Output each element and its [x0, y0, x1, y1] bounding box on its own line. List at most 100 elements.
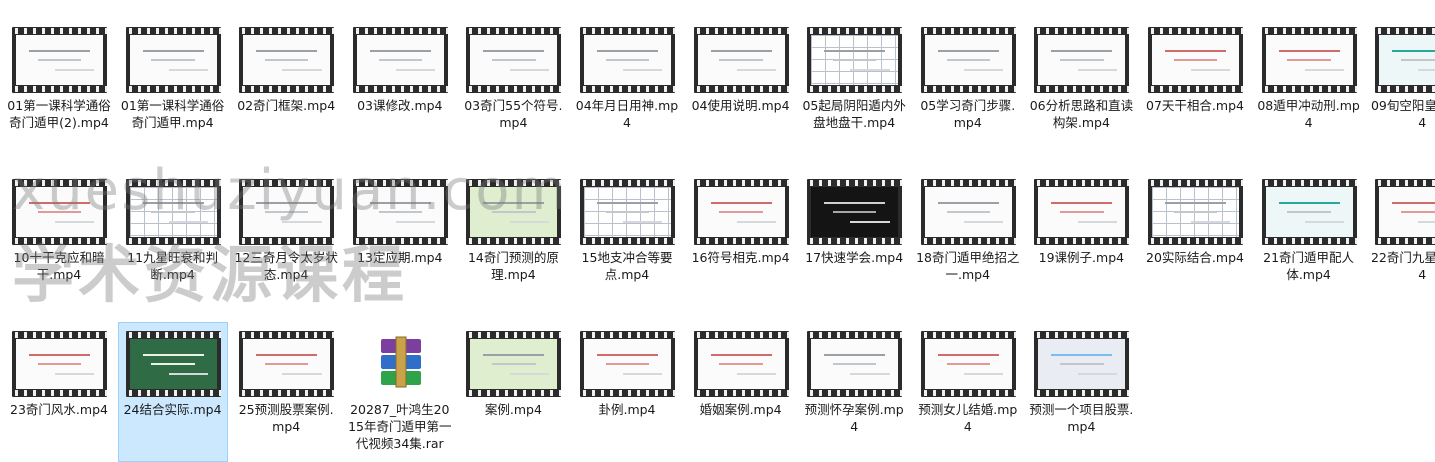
file-name-label: 04年月日用神.mp4 — [575, 98, 679, 130]
file-item-video[interactable]: 04使用说明.mp4 — [686, 18, 796, 158]
video-thumbnail — [352, 27, 448, 93]
file-name-label: 19课例子.mp4 — [1038, 250, 1125, 265]
file-name-label: 25预测股票案例.mp4 — [238, 402, 334, 434]
file-item-video[interactable]: 11九星旺衰和判断.mp4 — [118, 170, 228, 310]
video-thumbnail — [1261, 27, 1357, 93]
file-name-label: 09旬空阳皇刚.mp4 — [1370, 98, 1435, 130]
file-name-label: 15地支冲合等要点.mp4 — [581, 250, 673, 282]
file-name-label: 05学习奇门步骤.mp4 — [920, 98, 1016, 130]
video-thumbnail — [125, 179, 221, 245]
video-thumbnail — [693, 331, 789, 397]
winrar-archive-icon — [363, 333, 438, 393]
video-thumbnail — [920, 27, 1016, 93]
file-name-label: 卦例.mp4 — [598, 402, 656, 417]
file-item-video[interactable]: 21奇门遁甲配人体.mp4 — [1254, 170, 1364, 310]
file-item-video[interactable]: 04年月日用神.mp4 — [572, 18, 682, 158]
file-name-label: 06分析思路和直读构架.mp4 — [1029, 98, 1134, 130]
file-item-video[interactable]: 卦例.mp4 — [572, 322, 682, 462]
video-thumbnail — [12, 179, 107, 245]
file-item-video[interactable]: 09旬空阳皇刚.mp4 — [1367, 18, 1435, 158]
file-name-label: 预测女儿结婚.mp4 — [918, 402, 1018, 434]
video-thumbnail — [1034, 27, 1130, 93]
file-item-video[interactable]: 20实际结合.mp4 — [1140, 170, 1250, 310]
file-name-label: 预测怀孕案例.mp4 — [804, 402, 904, 434]
file-name-label: 14奇门预测的原理.mp4 — [467, 250, 559, 282]
file-item-video[interactable]: 08遁甲冲动刑.mp4 — [1254, 18, 1364, 158]
file-name-label: 24结合实际.mp4 — [123, 402, 222, 417]
file-item-video[interactable]: 婚姻案例.mp4 — [686, 322, 796, 462]
file-name-label: 20287_叶鸿生2015年奇门遁甲第一代视频34集.rar — [348, 402, 452, 451]
video-thumbnail — [693, 179, 789, 245]
file-item-video[interactable]: 01第一课科学通俗奇门遁甲(2).mp4 — [4, 18, 114, 158]
video-thumbnail — [580, 27, 675, 93]
video-thumbnail — [1034, 331, 1130, 397]
video-thumbnail — [807, 331, 903, 397]
file-name-label: 11九星旺衰和判断.mp4 — [127, 250, 219, 282]
file-item-video[interactable]: 06分析思路和直读构架.mp4 — [1026, 18, 1136, 158]
video-thumbnail — [807, 27, 903, 93]
file-item-video[interactable]: 预测一个项目股票.mp4 — [1026, 322, 1136, 462]
video-thumbnail — [12, 27, 107, 93]
file-name-label: 04使用说明.mp4 — [691, 98, 790, 113]
file-item-video[interactable]: 03奇门55个符号.mp4 — [458, 18, 568, 158]
file-name-label: 21奇门遁甲配人体.mp4 — [1263, 250, 1355, 282]
file-item-video[interactable]: 24结合实际.mp4 — [117, 322, 228, 462]
file-name-label: 02奇门框架.mp4 — [237, 98, 336, 113]
file-name-label: 12三奇月令太岁状态.mp4 — [234, 250, 338, 282]
video-thumbnail — [807, 179, 903, 245]
file-name-label: 预测一个项目股票.mp4 — [1029, 402, 1134, 434]
file-item-video[interactable]: 18奇门遁甲绝招之一.mp4 — [913, 170, 1023, 310]
file-name-label: 23奇门风水.mp4 — [10, 402, 108, 417]
video-thumbnail — [580, 179, 675, 245]
file-item-video[interactable]: 预测怀孕案例.mp4 — [799, 322, 909, 462]
video-thumbnail — [1148, 179, 1243, 245]
file-item-video[interactable]: 01第一课科学通俗奇门遁甲.mp4 — [118, 18, 228, 158]
video-thumbnail — [1148, 27, 1243, 93]
video-thumbnail — [466, 331, 562, 397]
file-item-video[interactable]: 13定应期.mp4 — [345, 170, 455, 310]
file-item-video[interactable]: 案例.mp4 — [458, 322, 568, 462]
video-thumbnail — [352, 179, 448, 245]
video-thumbnail — [239, 27, 335, 93]
file-item-video[interactable]: 07天干相合.mp4 — [1140, 18, 1250, 158]
file-item-video[interactable]: 23奇门风水.mp4 — [4, 322, 114, 462]
file-name-label: 03课修改.mp4 — [357, 98, 443, 113]
file-item-video[interactable]: 16符号相克.mp4 — [686, 170, 796, 310]
file-item-video[interactable]: 17快速学会.mp4 — [799, 170, 909, 310]
file-name-label: 16符号相克.mp4 — [691, 250, 790, 265]
file-item-video[interactable]: 05学习奇门步骤.mp4 — [913, 18, 1023, 158]
file-name-label: 07天干相合.mp4 — [1146, 98, 1244, 113]
file-name-label: 13定应期.mp4 — [357, 250, 443, 265]
video-thumbnail — [125, 27, 221, 93]
file-item-video[interactable]: 22奇门九星运.mp4 — [1367, 170, 1435, 310]
video-thumbnail — [239, 331, 335, 397]
video-thumbnail — [12, 331, 107, 397]
file-item-video[interactable]: 12三奇月令太岁状态.mp4 — [231, 170, 341, 310]
file-item-video[interactable]: 10十干克应和暗干.mp4 — [4, 170, 114, 310]
file-item-video[interactable]: 14奇门预测的原理.mp4 — [458, 170, 568, 310]
file-name-label: 20实际结合.mp4 — [1146, 250, 1244, 265]
video-thumbnail — [1375, 27, 1435, 93]
video-thumbnail — [920, 179, 1016, 245]
file-name-label: 03奇门55个符号.mp4 — [464, 98, 563, 130]
file-item-video[interactable]: 预测女儿结婚.mp4 — [913, 322, 1023, 462]
file-item-video[interactable]: 15地支冲合等要点.mp4 — [572, 170, 682, 310]
file-name-label: 案例.mp4 — [484, 402, 542, 417]
file-name-label: 10十干克应和暗干.mp4 — [13, 250, 105, 282]
file-item-video[interactable]: 05起局阴阳遁内外盘地盘干.mp4 — [799, 18, 909, 158]
file-name-label: 婚姻案例.mp4 — [699, 402, 782, 417]
file-name-label: 22奇门九星运.mp4 — [1370, 250, 1435, 282]
video-thumbnail — [920, 331, 1016, 397]
video-thumbnail — [466, 27, 562, 93]
file-item-video[interactable]: 02奇门框架.mp4 — [231, 18, 341, 158]
file-name-label: 05起局阴阳遁内外盘地盘干.mp4 — [802, 98, 906, 130]
video-thumbnail — [239, 179, 335, 245]
video-thumbnail — [693, 27, 789, 93]
file-item-video[interactable]: 25预测股票案例.mp4 — [231, 322, 341, 462]
video-thumbnail — [1375, 179, 1435, 245]
file-item-archive[interactable]: 20287_叶鸿生2015年奇门遁甲第一代视频34集.rar — [345, 322, 455, 462]
file-item-video[interactable]: 03课修改.mp4 — [345, 18, 455, 158]
file-item-video[interactable]: 19课例子.mp4 — [1026, 170, 1136, 310]
file-name-label: 17快速学会.mp4 — [805, 250, 904, 265]
video-thumbnail — [1034, 179, 1130, 245]
